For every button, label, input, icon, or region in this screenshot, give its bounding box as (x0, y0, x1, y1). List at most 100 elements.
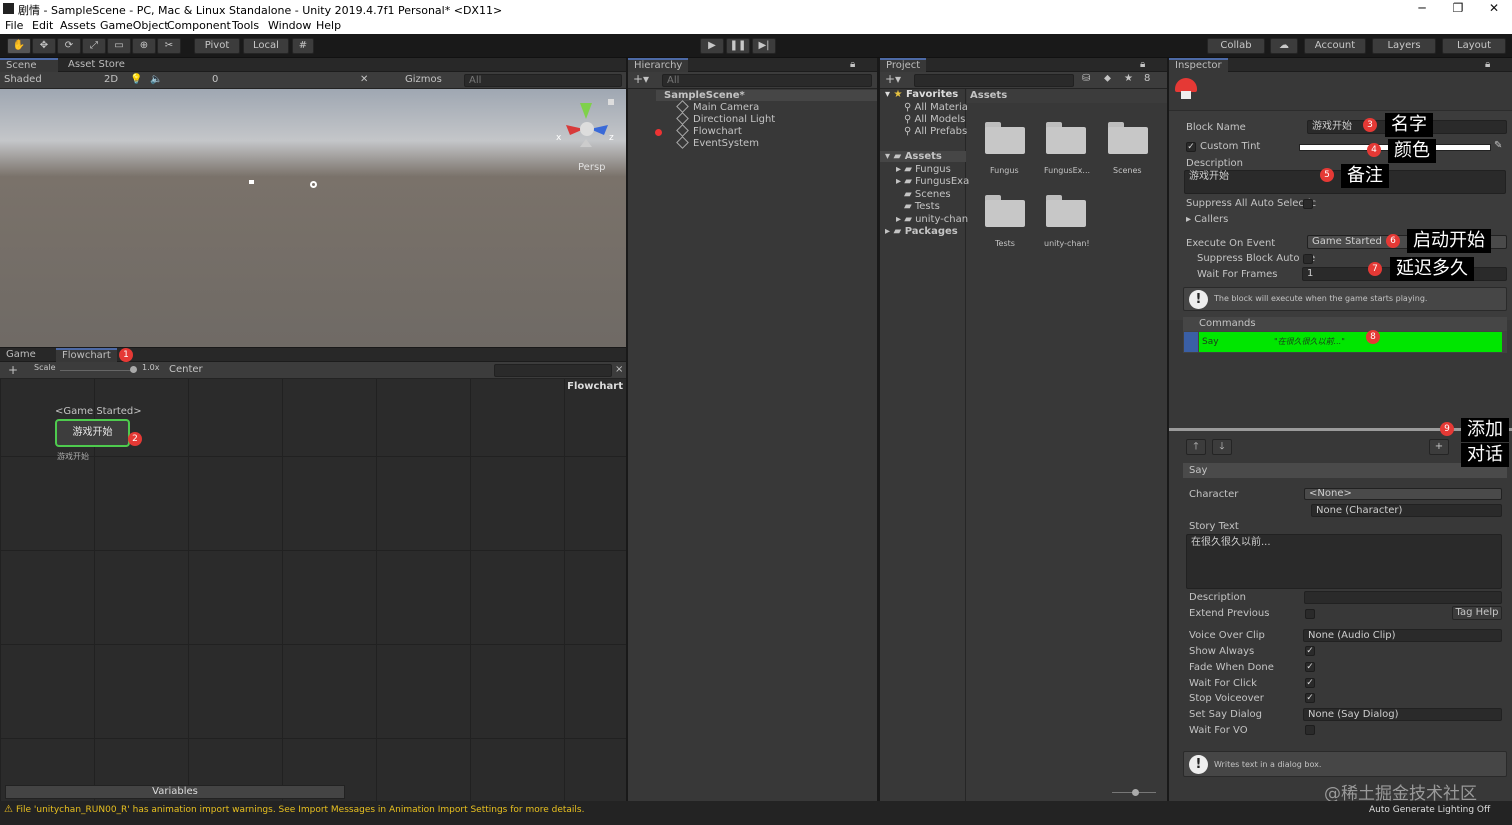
layout-dropdown[interactable]: Layout (1442, 38, 1506, 54)
hand-tool-icon[interactable]: ✋ (7, 38, 31, 54)
menu-edit[interactable]: Edit (32, 19, 53, 32)
description2-field[interactable] (1304, 591, 1502, 604)
shading-dropdown[interactable]: Shaded (4, 74, 42, 85)
hierarchy-search-input[interactable]: All (662, 74, 872, 87)
move-down-button[interactable]: 🡓 (1212, 439, 1232, 455)
play-button[interactable]: ▶ (700, 38, 724, 54)
tree-folder-tests[interactable]: ▰ Tests (904, 201, 940, 212)
rect-tool-icon[interactable]: ▭ (107, 38, 131, 54)
hierarchy-item-directional-light[interactable]: Directional Light (676, 112, 775, 125)
folder-icon[interactable] (1108, 122, 1148, 154)
pause-button[interactable]: ❚❚ (726, 38, 750, 54)
tag-help-button[interactable]: Tag Help (1452, 606, 1502, 620)
character-object-field[interactable]: None (Character) (1311, 504, 1502, 517)
eyedropper-icon[interactable]: ✎ (1494, 140, 1502, 151)
light-gizmo[interactable] (310, 181, 317, 188)
menu-component[interactable]: Component (167, 19, 231, 32)
tab-asset-store[interactable]: Asset Store (62, 58, 131, 72)
create-button[interactable]: +▾ (633, 72, 649, 86)
icon-size-slider-thumb[interactable] (1132, 789, 1139, 796)
folder-icon[interactable] (985, 122, 1025, 154)
scene-search-input[interactable]: All (464, 74, 622, 87)
grid-snap-icon[interactable]: # (292, 38, 314, 54)
add-block-button[interactable]: + (8, 363, 18, 377)
lighting-icon[interactable]: 💡 (130, 74, 142, 85)
pivot-toggle[interactable]: Pivot (194, 38, 240, 54)
move-tool-icon[interactable]: ✥ (32, 38, 56, 54)
step-button[interactable]: ▶| (752, 38, 776, 54)
hierarchy-scene[interactable]: SampleScene* (656, 90, 877, 101)
tree-folder-fungus[interactable]: ▸ ▰ Fungus (896, 164, 951, 175)
audio-icon[interactable]: 🔈 (150, 74, 162, 85)
show-always-checkbox[interactable]: ✓ (1305, 646, 1315, 656)
tab-hierarchy[interactable]: Hierarchy (628, 58, 689, 72)
menu-gameobject[interactable]: GameObject (100, 19, 169, 32)
search-by-label-icon[interactable]: ⬥ (1104, 73, 1111, 84)
extend-previous-checkbox[interactable] (1305, 609, 1315, 619)
hierarchy-item-main-camera[interactable]: Main Camera (676, 100, 759, 113)
project-search-input[interactable] (914, 74, 1074, 87)
set-say-dialog-field[interactable]: None (Say Dialog) (1303, 708, 1502, 721)
scale-tool-icon[interactable]: ⤢ (82, 38, 106, 54)
fav-item-materials[interactable]: ⚲ All Materia (904, 102, 968, 113)
close-button[interactable]: ✕ (1476, 0, 1512, 18)
command-say-row[interactable]: Say "在很久很久以前..." (1199, 332, 1502, 352)
wait-for-vo-checkbox[interactable] (1305, 725, 1315, 735)
camera-gizmo[interactable] (249, 180, 254, 184)
local-toggle[interactable]: Local (243, 38, 289, 54)
search-by-type-icon[interactable]: ⛁ (1082, 73, 1090, 84)
transform-tool-icon[interactable]: ⊕ (132, 38, 156, 54)
tab-scene[interactable]: Scene (0, 58, 58, 72)
custom-tool-icon[interactable]: ✂ (157, 38, 181, 54)
lighting-status[interactable]: Auto Generate Lighting Off (1369, 805, 1490, 815)
favorites-folder[interactable]: ▾ ★ Favorites (885, 89, 958, 100)
tree-folder-unity-chan[interactable]: ▸ ▰ unity-chan (896, 214, 968, 225)
persp-label[interactable]: Persp (578, 162, 606, 173)
move-up-button[interactable]: 🡑 (1186, 439, 1206, 455)
fav-item-models[interactable]: ⚲ All Models (904, 114, 965, 125)
tab-flowchart[interactable]: Flowchart (56, 348, 117, 362)
variables-button[interactable]: Variables (5, 785, 345, 799)
create-button[interactable]: +▾ (885, 72, 901, 86)
minimize-button[interactable]: ─ (1404, 0, 1440, 18)
fade-when-done-checkbox[interactable]: ✓ (1305, 662, 1315, 672)
voice-over-clip-field[interactable]: None (Audio Clip) (1303, 629, 1502, 642)
story-text-area[interactable]: 在很久很久以前... (1186, 534, 1502, 589)
scale-slider-thumb[interactable] (130, 366, 137, 373)
favorite-star-icon[interactable]: ★ (1124, 73, 1133, 84)
assets-breadcrumb[interactable]: Assets (967, 89, 1167, 103)
toggle-2d[interactable]: 2D (104, 74, 118, 85)
menu-tools[interactable]: Tools (232, 19, 259, 32)
hierarchy-item-eventsystem[interactable]: EventSystem (676, 136, 759, 149)
tools-icon[interactable]: ✕ (360, 74, 368, 85)
folder-icon[interactable] (1046, 122, 1086, 154)
flowchart-block[interactable]: 游戏开始 (55, 419, 130, 447)
packages-folder[interactable]: ▸ ▰ Packages (885, 226, 958, 237)
layers-dropdown[interactable]: Layers (1372, 38, 1436, 54)
lock-icon[interactable]: 🔒︎ (850, 59, 855, 70)
fx-count[interactable]: 0 (212, 74, 218, 85)
collab-dropdown[interactable]: Collab (1207, 38, 1265, 54)
scene-viewport[interactable]: x z Persp (0, 89, 626, 347)
tab-inspector[interactable]: Inspector (1169, 58, 1228, 72)
scene-gizmo-icon[interactable] (554, 99, 618, 159)
lock-icon[interactable]: 🔒︎ (1140, 59, 1145, 70)
character-dropdown[interactable]: <None> (1304, 488, 1502, 500)
account-dropdown[interactable]: Account (1304, 38, 1366, 54)
folder-icon[interactable] (985, 195, 1025, 227)
custom-tint-checkbox[interactable]: ✓ (1186, 142, 1196, 152)
menu-help[interactable]: Help (316, 19, 341, 32)
folder-icon[interactable] (1046, 195, 1086, 227)
add-command-button[interactable]: + (1429, 439, 1449, 455)
lock-icon[interactable]: 🔒︎ (1485, 59, 1490, 70)
menu-assets[interactable]: Assets (60, 19, 96, 32)
stop-voiceover-checkbox[interactable]: ✓ (1305, 693, 1315, 703)
maximize-button[interactable]: ❐ (1440, 0, 1476, 18)
menu-file[interactable]: File (5, 19, 23, 32)
suppress-all-checkbox[interactable] (1303, 199, 1313, 209)
gizmos-dropdown[interactable]: Gizmos (405, 74, 442, 85)
hierarchy-item-flowchart[interactable]: Flowchart (676, 124, 742, 137)
flowchart-canvas[interactable]: Flowchart <Game Started> 游戏开始 游戏开始 Varia… (0, 379, 626, 801)
cloud-icon[interactable]: ☁ (1270, 38, 1298, 54)
callers-foldout[interactable]: ▸ Callers (1186, 214, 1228, 225)
